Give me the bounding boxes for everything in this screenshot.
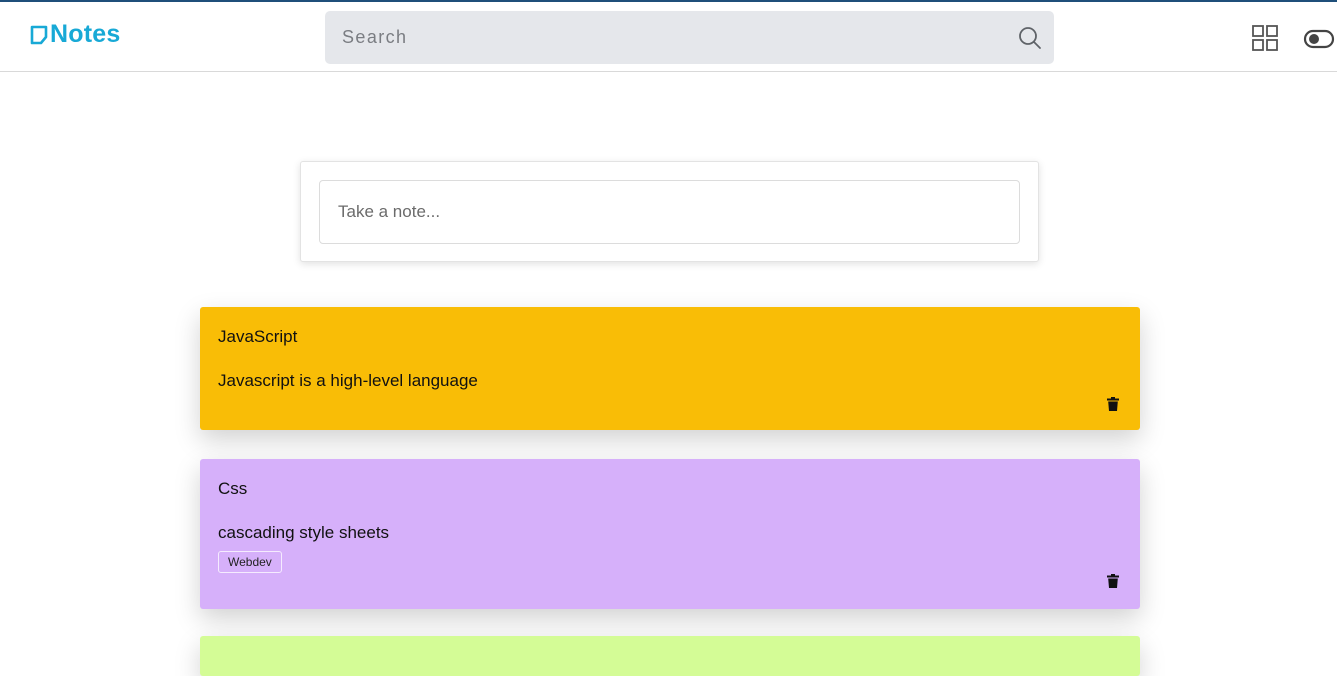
note-card[interactable]: JavaScript Javascript is a high-level la…: [200, 307, 1140, 430]
trash-icon[interactable]: [1107, 397, 1119, 411]
note-title: JavaScript: [218, 327, 298, 346]
trash-icon[interactable]: [1107, 574, 1119, 588]
note-icon: [30, 25, 48, 44]
search-input[interactable]: [325, 11, 1005, 64]
note-title: Css: [218, 479, 248, 498]
search-icon[interactable]: [1018, 26, 1042, 50]
note-card[interactable]: Css cascading style sheets Webdev: [200, 459, 1140, 609]
app-title: Notes: [50, 20, 121, 48]
note-body: cascading style sheets: [218, 523, 390, 542]
note-card[interactable]: [200, 636, 1140, 676]
note-body: Javascript is a high-level language: [218, 371, 478, 390]
grid-view-icon[interactable]: [1251, 24, 1279, 52]
top-bar: Notes: [0, 0, 1337, 72]
note-tag[interactable]: Webdev: [218, 551, 282, 573]
take-note-input[interactable]: [319, 180, 1020, 244]
note-composer: [300, 161, 1039, 262]
toggle-icon[interactable]: [1303, 28, 1335, 50]
search-bar: [325, 11, 1054, 64]
app-logo[interactable]: Notes: [29, 20, 120, 49]
